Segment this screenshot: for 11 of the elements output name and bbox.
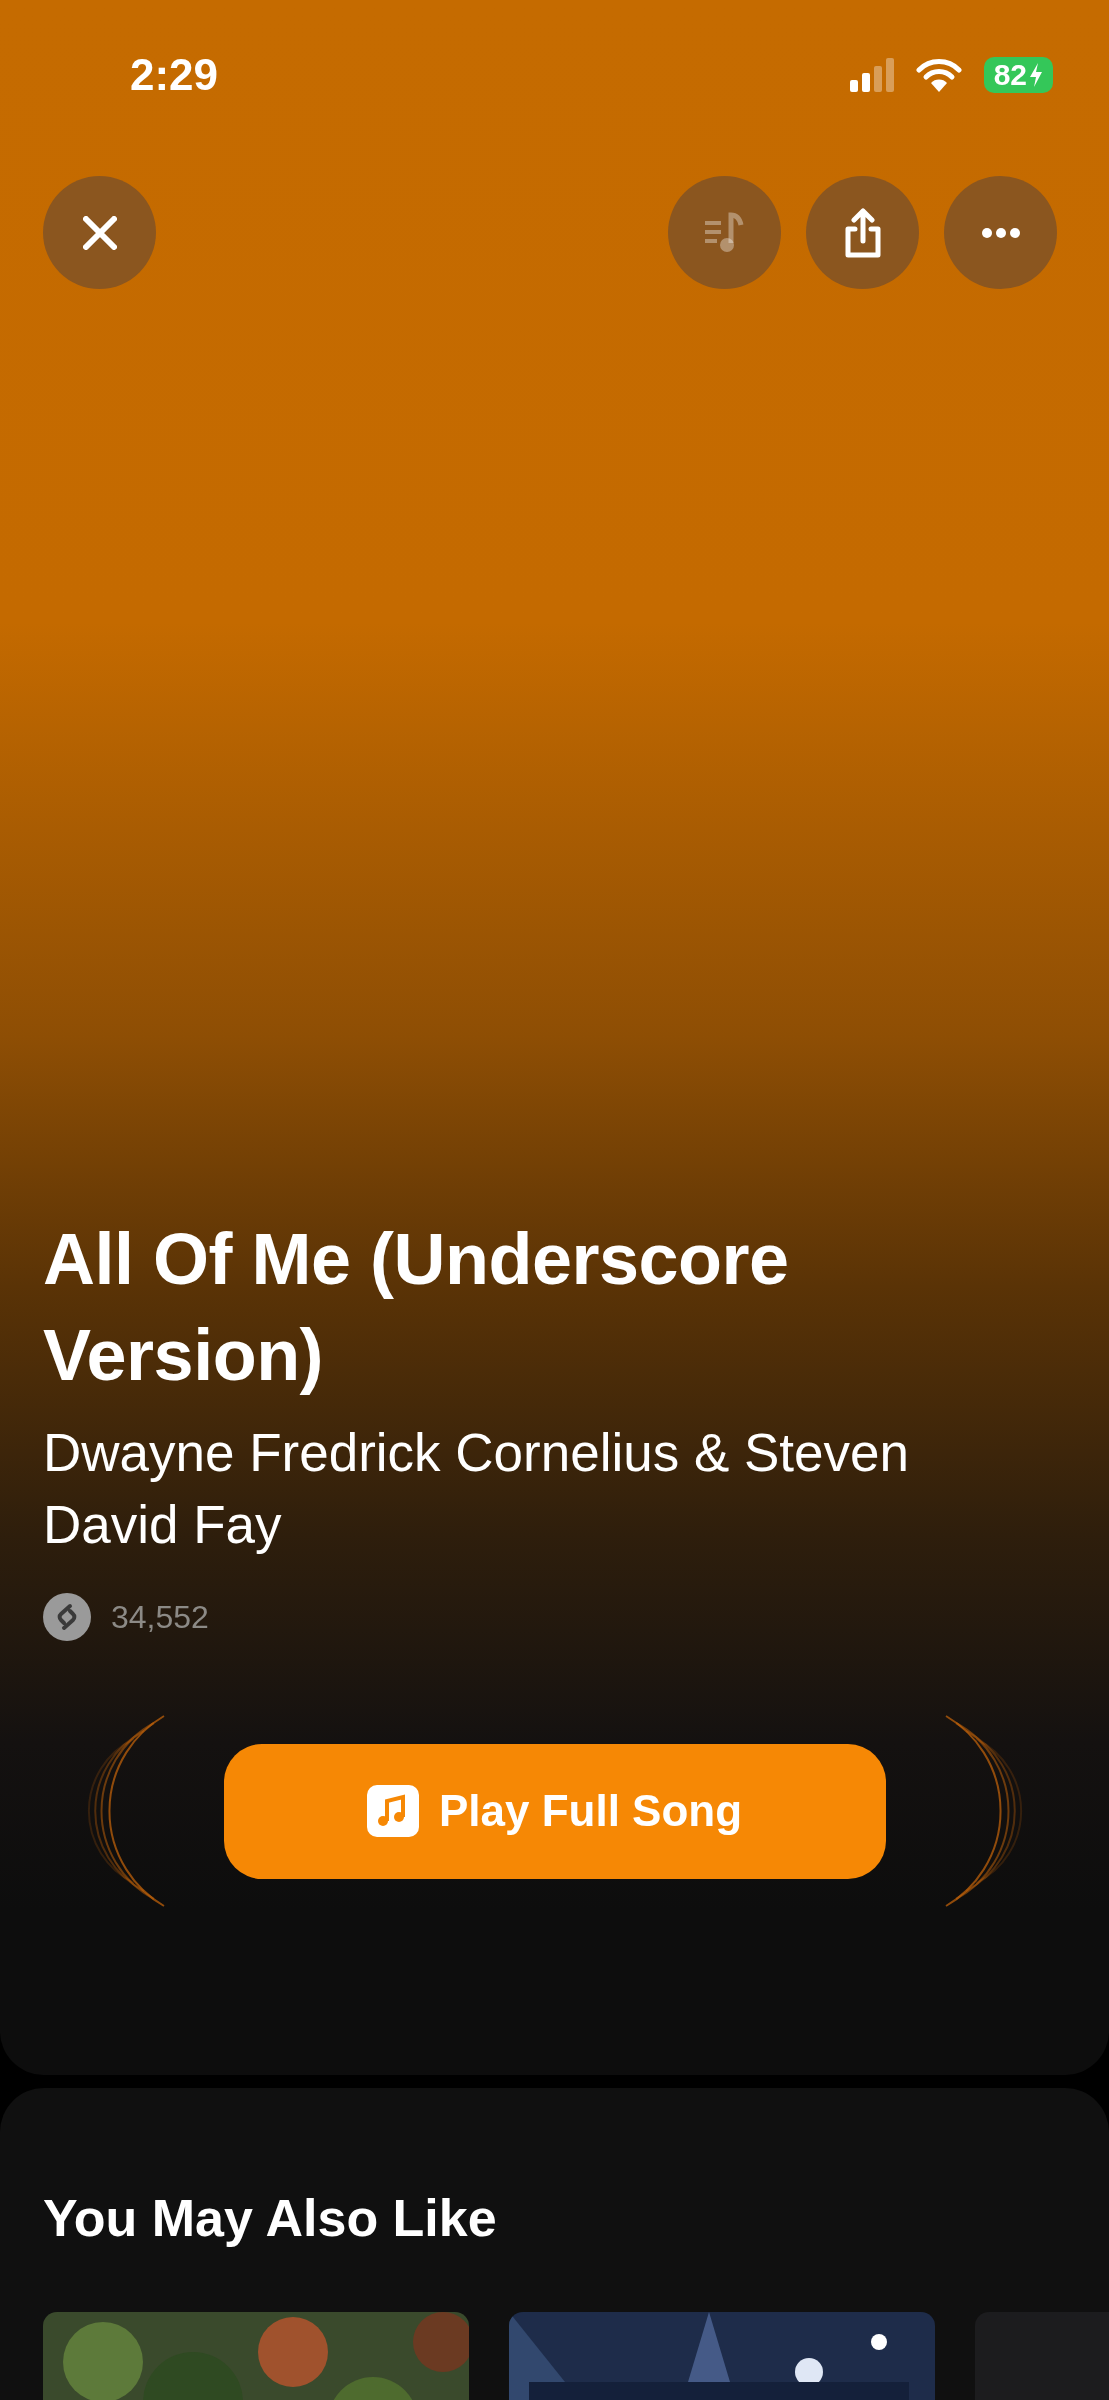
- signal-icon: [849, 58, 894, 92]
- wifi-icon: [915, 58, 962, 92]
- shazam-icon: [43, 1593, 91, 1641]
- artist-name: Dwayne Fredrick Cornelius & Steven David Fay: [43, 1422, 910, 1556]
- music-note-icon: [366, 1785, 419, 1837]
- battery-indicator: 82: [983, 57, 1053, 93]
- play-full-song-button[interactable]: Play Full Song: [223, 1743, 886, 1879]
- section-heading: You May Also Like: [43, 2188, 498, 2248]
- song-title: All Of Me (Underscore Version): [43, 1218, 790, 1397]
- shazam-count: 34,552: [111, 1598, 209, 1636]
- status-time: 2:29: [130, 50, 219, 100]
